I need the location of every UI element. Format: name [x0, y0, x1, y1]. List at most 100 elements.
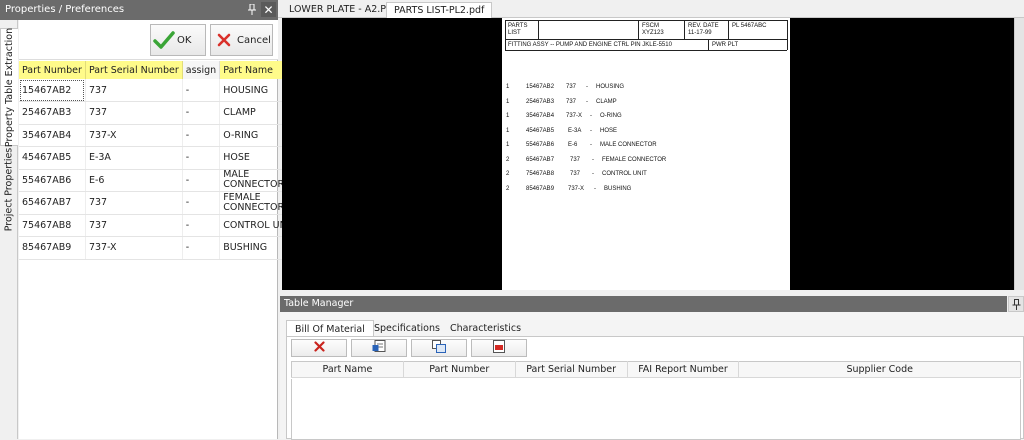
col-fai-report-number[interactable]: FAI Report Number [627, 361, 740, 378]
doc-part-name: MALE CONNECTOR [600, 142, 657, 148]
cell-assign[interactable]: - [182, 214, 221, 237]
doc-part-name: HOUSING [596, 84, 625, 90]
doc-serial: E-3A [568, 128, 582, 134]
cell-part-number[interactable]: 45467AB5 [19, 146, 86, 170]
table-row[interactable]: 35467AB4 737-X - O-RING [19, 124, 300, 147]
pin-icon[interactable] [1008, 296, 1024, 312]
tab-parts-list[interactable]: PARTS LIST-PL2.pdf [386, 2, 493, 18]
table-row[interactable]: 55467AB6 E-6 - MALE CONNECTOR [19, 169, 300, 192]
cancel-button[interactable]: Cancel [210, 24, 273, 56]
cell-assign[interactable]: - [182, 236, 221, 260]
doc-fscm-value: XYZ123 [642, 30, 664, 36]
doc-serial: 737 [566, 99, 577, 105]
table-row[interactable]: 45467AB5 E-3A - HOSE [19, 146, 300, 170]
doc-qty: 2 [506, 171, 510, 177]
doc-part-number: 35467AB4 [526, 113, 555, 119]
doc-rule [505, 20, 506, 50]
doc-rule [505, 39, 787, 40]
cell-serial[interactable]: 737 [85, 79, 183, 102]
tab-bill-of-material[interactable]: Bill Of Material [286, 320, 374, 337]
ok-label: OK [177, 34, 192, 46]
tab-project-properties[interactable]: Project Properties [0, 147, 18, 231]
cell-part-number[interactable]: 55467AB6 [19, 169, 86, 192]
col-supplier-code[interactable]: Supplier Code [738, 361, 1021, 378]
cell-serial[interactable]: 737-X [85, 236, 183, 260]
viewer-scrollbar[interactable] [1014, 18, 1024, 290]
doc-serial: 737 [570, 171, 581, 177]
checkmark-icon [151, 31, 177, 49]
cell-serial[interactable]: 737 [85, 191, 183, 215]
col-part-number[interactable]: Part Number [19, 61, 86, 79]
cell-assign[interactable]: - [182, 79, 221, 102]
col-part-number[interactable]: Part Number [403, 361, 516, 378]
cell-assign[interactable]: - [182, 101, 221, 125]
doc-part-number: 65467AB7 [526, 157, 555, 163]
doc-part-name: BUSHING [604, 186, 632, 192]
doc-rule [684, 20, 685, 39]
cell-part-number[interactable]: 35467AB4 [19, 124, 86, 147]
doc-rule [728, 20, 729, 39]
col-part-serial-number[interactable]: Part Serial Number [515, 361, 628, 378]
doc-title: PARTS LIST [508, 23, 528, 36]
tab-specifications[interactable]: Specifications [366, 320, 448, 337]
cell-serial[interactable]: 737 [85, 214, 183, 237]
cell-part-number[interactable]: 85467AB9 [19, 236, 86, 260]
doc-rule [787, 20, 788, 50]
spreadsheet-icon [372, 340, 386, 356]
properties-panel: OK Cancel Part Number Part Serial Number… [19, 20, 300, 439]
doc-qty: 1 [506, 142, 510, 148]
export-excel-button[interactable] [351, 339, 407, 357]
doc-part-number: 15467AB2 [526, 84, 555, 90]
pin-icon[interactable] [244, 2, 259, 17]
left-panel-header: Properties / Preferences ✕ [0, 0, 278, 20]
export-pdf-button[interactable] [471, 339, 527, 357]
doc-rev-label: REV. DATE [688, 23, 719, 29]
tab-property-table-extraction[interactable]: Property Table Extraction [0, 27, 18, 147]
copy-table-button[interactable] [411, 339, 467, 357]
copy-icon [432, 340, 446, 356]
doc-part-number: 45467AB5 [526, 128, 555, 134]
table-row[interactable]: 75467AB8 737 - CONTROL UNIT [19, 214, 300, 237]
table-row[interactable]: 15467AB2 737 - HOUSING [19, 79, 300, 102]
cell-part-number[interactable]: 75467AB8 [19, 214, 86, 237]
ok-button[interactable]: OK [150, 24, 206, 56]
delete-row-button[interactable] [291, 339, 347, 357]
doc-serial: 737 [570, 157, 581, 163]
bom-table-header: Part Name Part Number Part Serial Number… [291, 361, 1021, 378]
parts-table-header: Part Number Part Serial Number assign Pa… [19, 61, 300, 79]
cell-serial[interactable]: E-3A [85, 146, 183, 170]
cell-assign[interactable]: - [182, 169, 221, 192]
cell-part-number[interactable]: 25467AB3 [19, 101, 86, 125]
table-row[interactable]: 65467AB7 737 - FEMALE CONNECTOR [19, 191, 300, 215]
col-part-name[interactable]: Part Name [291, 361, 404, 378]
bom-table-body[interactable] [291, 379, 1021, 440]
cell-assign[interactable]: - [182, 146, 221, 170]
tab-label: Property Table Extraction [4, 27, 15, 147]
bom-panel: Part Name Part Number Part Serial Number… [286, 336, 1024, 440]
doc-serial: 737-X [566, 113, 583, 119]
doc-pl-label: PL 5467ABC [732, 23, 767, 29]
col-part-serial-number[interactable]: Part Serial Number [85, 61, 183, 79]
tab-label: Project Properties [3, 147, 15, 231]
cell-serial[interactable]: E-6 [85, 169, 183, 192]
cross-icon [211, 32, 237, 48]
doc-part-number: 75467AB8 [526, 171, 555, 177]
doc-dash: - [586, 84, 588, 90]
cell-part-number[interactable]: 15467AB2 [19, 79, 86, 102]
table-row[interactable]: 85467AB9 737-X - BUSHING [19, 236, 300, 260]
col-assign[interactable]: assign [182, 61, 221, 79]
doc-dash: - [590, 113, 592, 119]
doc-part-name: CONTROL UNIT [602, 171, 647, 177]
close-icon[interactable]: ✕ [261, 2, 276, 17]
cell-serial[interactable]: 737-X [85, 124, 183, 147]
tab-characteristics[interactable]: Characteristics [442, 320, 529, 337]
cell-serial[interactable]: 737 [85, 101, 183, 125]
doc-qty: 1 [506, 113, 510, 119]
table-row[interactable]: 25467AB3 737 - CLAMP [19, 101, 300, 125]
cell-part-number[interactable]: 65467AB7 [19, 191, 86, 215]
doc-dash: - [592, 157, 594, 163]
doc-rule [708, 39, 709, 50]
viewer-margin-left [282, 18, 502, 290]
cell-assign[interactable]: - [182, 124, 221, 147]
cell-assign[interactable]: - [182, 191, 221, 215]
